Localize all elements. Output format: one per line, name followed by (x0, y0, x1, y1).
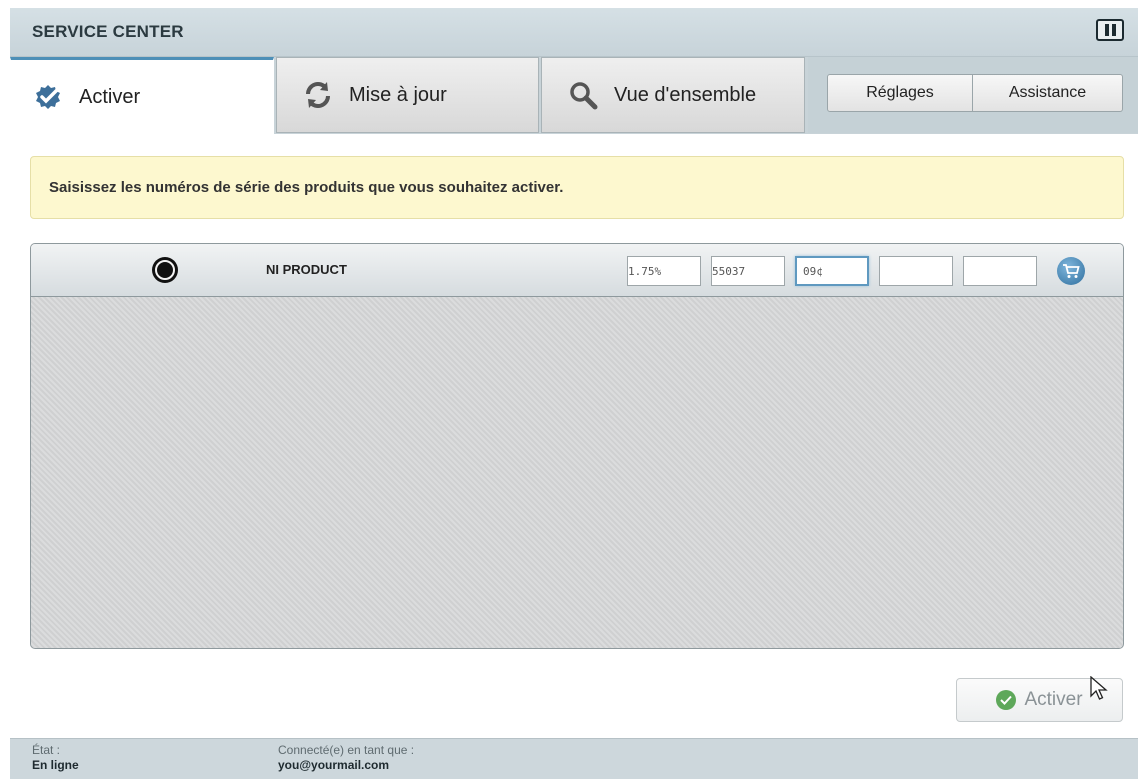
title-bar: SERVICE CENTER (10, 8, 1138, 57)
mouse-pointer-icon (1090, 675, 1108, 707)
product-list-body (31, 297, 1123, 648)
user-email: you@yourmail.com (278, 758, 390, 772)
state-label: État : (32, 743, 61, 757)
info-message: Saisissez les numéros de série des produ… (30, 156, 1124, 219)
service-center-window: SERVICE CENTER Activer Mise à jour Vue d… (10, 8, 1138, 779)
serial-field-1[interactable] (627, 256, 701, 286)
tab-bar: Activer Mise à jour Vue d'ensemble Régla… (10, 57, 1138, 136)
serial-field-2[interactable] (711, 256, 785, 286)
cart-icon[interactable] (1057, 257, 1085, 285)
product-list-panel: NI PRODUCT (30, 243, 1124, 649)
serial-field-3[interactable] (795, 256, 869, 286)
connection-state: État : En ligne (32, 743, 79, 773)
settings-button[interactable]: Réglages (827, 74, 973, 112)
product-name: NI PRODUCT (266, 262, 347, 277)
refresh-icon (301, 78, 335, 112)
logged-in-user: Connecté(e) en tant que : you@yourmail.c… (278, 743, 414, 773)
user-label: Connecté(e) en tant que : (278, 743, 415, 757)
serial-field-4[interactable] (879, 256, 953, 286)
check-circle-icon (996, 690, 1017, 710)
tab-activer-label: Activer (79, 86, 141, 108)
activate-button-label: Activer (1024, 689, 1083, 710)
state-value: En ligne (32, 758, 79, 772)
header-button-group: Réglages Assistance (808, 57, 1138, 133)
tab-vue-ensemble-label: Vue d'ensemble (614, 83, 757, 106)
support-button[interactable]: Assistance (973, 74, 1123, 112)
app-title: SERVICE CENTER (32, 22, 184, 41)
serial-field-5[interactable] (963, 256, 1037, 286)
tab-mise-a-jour-label: Mise à jour (349, 83, 447, 106)
product-radio-button[interactable] (152, 257, 178, 283)
tab-vue-ensemble[interactable]: Vue d'ensemble (541, 57, 805, 133)
tab-mise-a-jour[interactable]: Mise à jour (276, 57, 539, 133)
product-row: NI PRODUCT (31, 244, 1123, 297)
ni-logo-icon (1096, 19, 1124, 41)
tab-activer[interactable]: Activer (10, 57, 274, 136)
status-bar: État : En ligne Connecté(e) en tant que … (10, 738, 1138, 779)
magnifier-icon (566, 78, 600, 112)
check-badge-icon (31, 81, 65, 115)
main-content: Saisissez les numéros de série des produ… (10, 134, 1138, 738)
